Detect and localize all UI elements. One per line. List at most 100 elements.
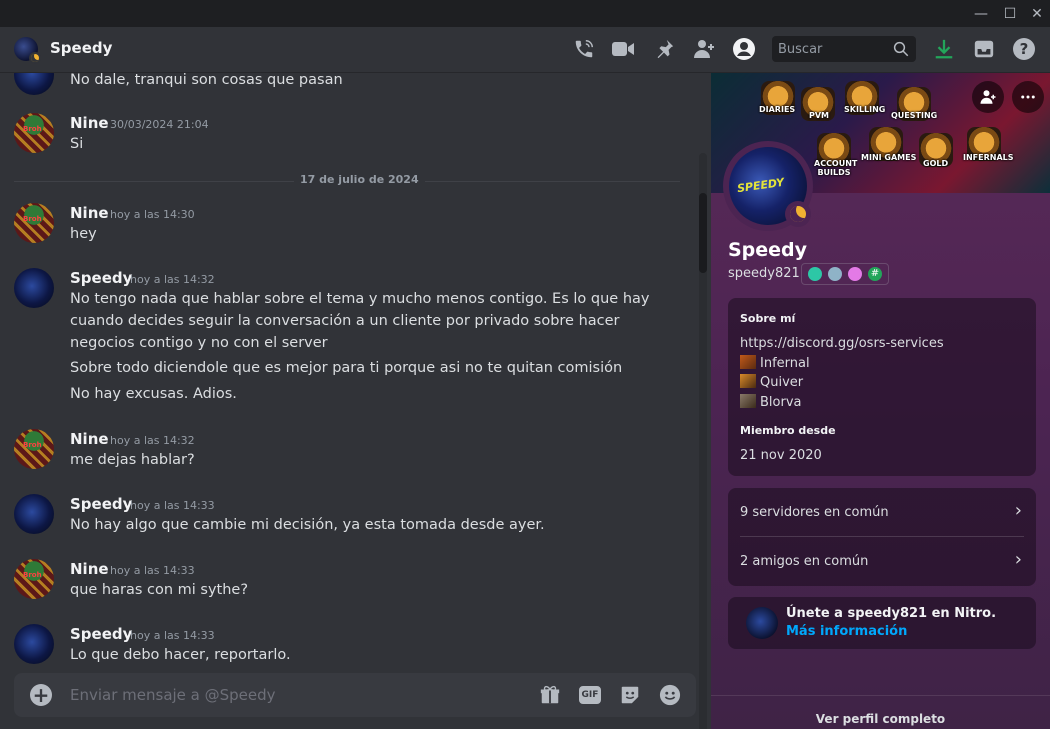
message-text: Lo que debo hacer, reportarlo.	[70, 647, 291, 663]
search-icon	[893, 41, 909, 57]
quiver-emoji-icon	[740, 374, 756, 388]
message-timestamp: hoy a las 14:30	[110, 208, 195, 221]
message-timestamp: hoy a las 14:32	[110, 434, 195, 447]
gif-picker-button[interactable]: GIF	[579, 686, 601, 704]
nitro-badge-icon[interactable]	[828, 267, 842, 281]
pinned-messages-icon[interactable]	[652, 37, 676, 61]
gift-icon[interactable]	[538, 683, 562, 707]
banner-label: INFERNALS	[963, 153, 1014, 162]
emoji-icon[interactable]	[658, 683, 682, 707]
message-text: hey	[70, 226, 97, 242]
window-titlebar: — ☐ ✕	[0, 0, 1050, 27]
about-me-link[interactable]: https://discord.gg/osrs-services	[740, 336, 944, 351]
nitro-promo: Únete a speedy821 en Nitro. Más informac…	[786, 605, 1026, 641]
banner-label: QUESTING	[891, 111, 938, 120]
user-profile-toggle-icon[interactable]	[732, 37, 756, 61]
maximize-button[interactable]: ☐	[995, 3, 1025, 25]
message-author[interactable]: Nine	[70, 560, 109, 578]
user-avatar[interactable]	[14, 268, 54, 308]
mutual-friends-link[interactable]: 2 amigos en común	[740, 554, 868, 569]
search-input[interactable]	[778, 39, 888, 59]
about-me-item: Quiver	[740, 374, 803, 390]
profile-display-name: Speedy	[728, 239, 808, 261]
about-item-text: Quiver	[760, 375, 804, 390]
user-avatar[interactable]: Broh	[14, 203, 54, 243]
user-avatar[interactable]: Broh	[14, 559, 54, 599]
infernal-emoji-icon	[740, 355, 756, 369]
voice-call-icon[interactable]	[572, 37, 596, 61]
inbox-icon[interactable]	[972, 37, 996, 61]
member-since-heading: Miembro desde	[740, 424, 836, 437]
search-box[interactable]	[772, 36, 916, 62]
close-window-button[interactable]: ✕	[1022, 3, 1050, 25]
help-icon[interactable]: ?	[1012, 37, 1036, 61]
video-call-icon[interactable]	[611, 37, 635, 61]
about-item-text: Blorva	[760, 395, 802, 410]
message-text: que haras con mi sythe?	[70, 582, 249, 598]
user-profile-panel: DIARIES PVM SKILLING QUESTING ACCOUNT BU…	[711, 73, 1050, 729]
profile-username[interactable]: speedy821	[728, 266, 800, 281]
message-text: Sobre todo diciendole que es mejor para …	[70, 360, 623, 376]
chevron-right-icon[interactable]: ›	[1015, 500, 1022, 521]
about-me-heading: Sobre mí	[740, 312, 796, 325]
nitro-promo-text: Únete a speedy821 en Nitro.	[786, 606, 997, 621]
user-avatar[interactable]	[14, 624, 54, 664]
message-text: No hay excusas. Adios.	[70, 386, 237, 402]
mutual-servers-link[interactable]: 9 servidores en común	[740, 505, 889, 520]
message-author[interactable]: Speedy	[70, 625, 132, 643]
message-text: Si	[70, 136, 84, 152]
divider	[740, 536, 1024, 537]
scrollbar-thumb[interactable]	[699, 193, 707, 273]
hypesquad-badge-icon[interactable]	[808, 267, 822, 281]
message-author[interactable]: Speedy	[70, 495, 132, 513]
profile-badges: #	[801, 263, 889, 285]
avatar-label: Broh	[23, 215, 42, 223]
hashtag-badge-icon[interactable]: #	[868, 267, 882, 281]
message-text: No dale, tranqui son cosas que pasan	[70, 73, 343, 88]
chevron-right-icon[interactable]: ›	[1015, 549, 1022, 570]
boost-badge-icon[interactable]	[848, 267, 862, 281]
message-timestamp: hoy a las 14:33	[130, 629, 215, 642]
nitro-avatar	[746, 607, 778, 639]
about-me-item: Blorva	[740, 394, 802, 410]
user-avatar[interactable]: Broh	[14, 113, 54, 153]
date-divider: 17 de julio de 2024	[14, 173, 680, 186]
dm-title: Speedy	[50, 39, 113, 57]
message-text: No tengo nada que hablar sobre el tema y…	[70, 291, 650, 351]
message-author[interactable]: Nine	[70, 204, 109, 222]
view-full-profile-button[interactable]: Ver perfil completo	[711, 695, 1050, 729]
about-item-text: Infernal	[760, 356, 810, 371]
message-author[interactable]: Speedy	[70, 269, 132, 287]
avatar-logo-text: SPEEDY	[736, 175, 785, 196]
banner-label: GOLD	[923, 159, 949, 168]
message-timestamp: hoy a las 14:33	[110, 564, 195, 577]
idle-status-icon	[29, 52, 41, 64]
profile-avatar[interactable]: SPEEDY	[723, 141, 813, 231]
add-friend-button[interactable]	[972, 81, 1004, 113]
user-avatar[interactable]	[14, 494, 54, 534]
sticker-icon[interactable]	[618, 683, 642, 707]
message-timestamp: hoy a las 14:32	[130, 273, 215, 286]
about-me-item: Infernal	[740, 355, 810, 371]
message-list[interactable]: No dale, tranqui son cosas que pasan Bro…	[0, 73, 710, 729]
more-icon	[1021, 95, 1035, 99]
dm-header: Speedy ?	[0, 27, 1050, 73]
svg-text:?: ?	[1020, 40, 1029, 58]
nitro-card: Únete a speedy821 en Nitro. Más informac…	[728, 597, 1036, 649]
message-input[interactable]	[70, 683, 470, 707]
user-avatar[interactable]	[14, 73, 54, 95]
message-author[interactable]: Nine	[70, 114, 109, 132]
header-avatar	[14, 37, 41, 64]
nitro-more-info-link[interactable]: Más información	[786, 624, 907, 639]
more-options-button[interactable]	[1012, 81, 1044, 113]
banner-label: PVM	[809, 111, 830, 120]
attach-plus-button[interactable]: +	[30, 684, 52, 706]
avatar-label: Broh	[23, 571, 42, 579]
message-author[interactable]: Nine	[70, 430, 109, 448]
minimize-button[interactable]: —	[966, 3, 996, 25]
add-friend-icon	[980, 90, 996, 104]
download-icon[interactable]	[932, 37, 956, 61]
add-friends-to-dm-icon[interactable]	[692, 37, 716, 61]
user-avatar[interactable]: Broh	[14, 429, 54, 469]
avatar-label: Broh	[23, 125, 42, 133]
